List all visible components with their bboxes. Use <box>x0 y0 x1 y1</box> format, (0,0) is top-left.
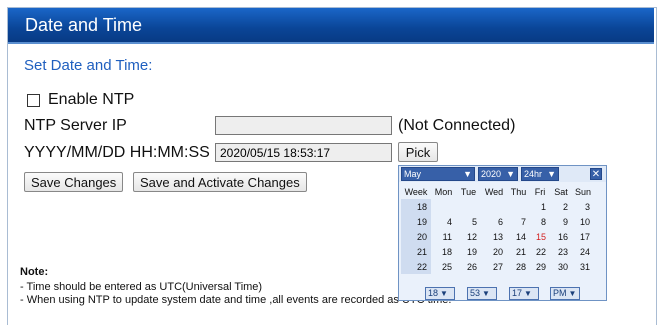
calendar-day <box>456 199 481 214</box>
pick-button[interactable]: Pick <box>398 142 438 162</box>
calendar-day[interactable]: 27 <box>481 259 507 274</box>
minute-select[interactable]: 53 ▼ <box>467 287 497 300</box>
calendar-body: 18 1 2 3 19 4 5 6 7 8 9 10 20 11 12 13 14 15 16 17 21 18 19 20 2… <box>401 199 594 274</box>
calendar-day[interactable]: 16 <box>550 229 572 244</box>
hour-mode-select[interactable]: 24hr ▼ <box>521 167 559 181</box>
calendar-week-row: 18 1 2 3 <box>401 199 594 214</box>
calendar-day[interactable]: 18 <box>431 244 456 259</box>
week-number: 21 <box>401 244 431 259</box>
save-changes-button[interactable]: Save Changes <box>24 172 124 192</box>
save-activate-button[interactable]: Save and Activate Changes <box>133 172 307 192</box>
calendar-week-row: 22 25 26 27 28 29 30 31 <box>401 259 594 274</box>
calendar-day[interactable]: 28 <box>507 259 530 274</box>
calendar-day[interactable]: 20 <box>481 244 507 259</box>
calendar-day <box>481 199 507 214</box>
calendar-day[interactable]: 21 <box>507 244 530 259</box>
minute-value: 53 <box>470 288 481 298</box>
calendar-day[interactable]: 19 <box>456 244 481 259</box>
calendar-grid: Week Mon Tue Wed Thu Fri Sat Sun 18 1 2 3 19… <box>401 185 594 274</box>
calendar-day[interactable]: 26 <box>456 259 481 274</box>
day-header: Tue <box>460 187 477 197</box>
calendar-day[interactable]: 2 <box>550 199 572 214</box>
calendar-day[interactable]: 25 <box>431 259 456 274</box>
ntp-status: (Not Connected) <box>398 117 516 134</box>
calendar-day[interactable]: 7 <box>507 214 530 229</box>
day-header: Thu <box>510 187 527 197</box>
hour-value: 18 <box>428 288 439 298</box>
calendar-day[interactable]: 11 <box>431 229 456 244</box>
date-picker-header: May ▼ 2020 ▼ 24hr ▼ ✕ <box>399 166 606 182</box>
month-value: May <box>404 169 422 179</box>
calendar-day[interactable]: 14 <box>507 229 530 244</box>
ampm-value: PM <box>553 288 567 298</box>
calendar-day <box>507 199 530 214</box>
calendar-week-row: 21 18 19 20 21 22 23 24 <box>401 244 594 259</box>
hour-mode-value: 24hr <box>524 169 543 179</box>
datetime-input[interactable] <box>215 143 392 162</box>
day-header: Sat <box>554 187 568 197</box>
calendar-day[interactable]: 23 <box>550 244 572 259</box>
day-header: Wed <box>484 187 504 197</box>
calendar-day[interactable]: 17 <box>572 229 594 244</box>
calendar-day[interactable]: 6 <box>481 214 507 229</box>
calendar-day[interactable]: 15 <box>530 229 550 244</box>
chevron-down-icon: ▼ <box>506 169 515 179</box>
calendar-day[interactable]: 1 <box>530 199 550 214</box>
chevron-down-icon: ▼ <box>568 289 577 298</box>
ampm-select[interactable]: PM ▼ <box>550 287 580 300</box>
calendar-day[interactable]: 12 <box>456 229 481 244</box>
second-value: 17 <box>512 288 523 298</box>
title-bar: Date and Time <box>8 8 654 44</box>
calendar-day <box>431 199 456 214</box>
day-header: Sun <box>574 187 591 197</box>
calendar-week-row: 19 4 5 6 7 8 9 10 <box>401 214 594 229</box>
calendar-day[interactable]: 31 <box>572 259 594 274</box>
day-header: Mon <box>434 187 453 197</box>
ntp-server-input[interactable] <box>215 116 392 135</box>
week-number: 22 <box>401 259 431 274</box>
year-value: 2020 <box>481 169 502 179</box>
close-icon[interactable]: ✕ <box>590 168 602 180</box>
chevron-down-icon: ▼ <box>482 289 490 298</box>
calendar-day[interactable]: 5 <box>456 214 481 229</box>
month-select[interactable]: May ▼ <box>401 167 475 181</box>
chevron-down-icon: ▼ <box>440 289 448 298</box>
hour-select[interactable]: 18 ▼ <box>425 287 455 300</box>
datetime-label: YYYY/MM/DD HH:MM:SS <box>24 144 210 161</box>
week-number: 19 <box>401 214 431 229</box>
calendar-week-row: 20 11 12 13 14 15 16 17 <box>401 229 594 244</box>
calendar-day[interactable]: 30 <box>550 259 572 274</box>
date-picker-popup: May ▼ 2020 ▼ 24hr ▼ ✕ Week Mon Tue Wed Thu … <box>398 165 607 301</box>
calendar-day[interactable]: 10 <box>572 214 594 229</box>
day-header: Fri <box>534 187 546 197</box>
section-title: Set Date and Time: <box>24 57 153 74</box>
calendar-day[interactable]: 4 <box>431 214 456 229</box>
window-title: Date and Time <box>25 15 143 35</box>
week-number: 18 <box>401 199 431 214</box>
ntp-server-label: NTP Server IP <box>24 117 127 134</box>
year-select[interactable]: 2020 ▼ <box>478 167 518 181</box>
note-line-ntp: - When using NTP to update system date a… <box>20 294 452 306</box>
calendar-day[interactable]: 13 <box>481 229 507 244</box>
chevron-down-icon: ▼ <box>547 169 556 179</box>
week-number: 20 <box>401 229 431 244</box>
calendar-day[interactable]: 29 <box>530 259 550 274</box>
enable-ntp-checkbox[interactable] <box>27 93 40 107</box>
calendar-day[interactable]: 3 <box>572 199 594 214</box>
enable-ntp-label: Enable NTP <box>48 91 135 108</box>
enable-ntp-row[interactable]: Enable NTP <box>24 91 134 109</box>
chevron-down-icon: ▼ <box>524 289 532 298</box>
note-line-utc: - Time should be entered as UTC(Universa… <box>20 281 263 293</box>
calendar-day[interactable]: 8 <box>530 214 550 229</box>
second-select[interactable]: 17 ▼ <box>509 287 539 300</box>
calendar-day[interactable]: 22 <box>530 244 550 259</box>
calendar-day[interactable]: 24 <box>572 244 594 259</box>
calendar-day[interactable]: 9 <box>550 214 572 229</box>
week-header: Week <box>404 187 428 197</box>
note-title: Note: <box>20 266 49 278</box>
chevron-down-icon: ▼ <box>463 169 472 179</box>
